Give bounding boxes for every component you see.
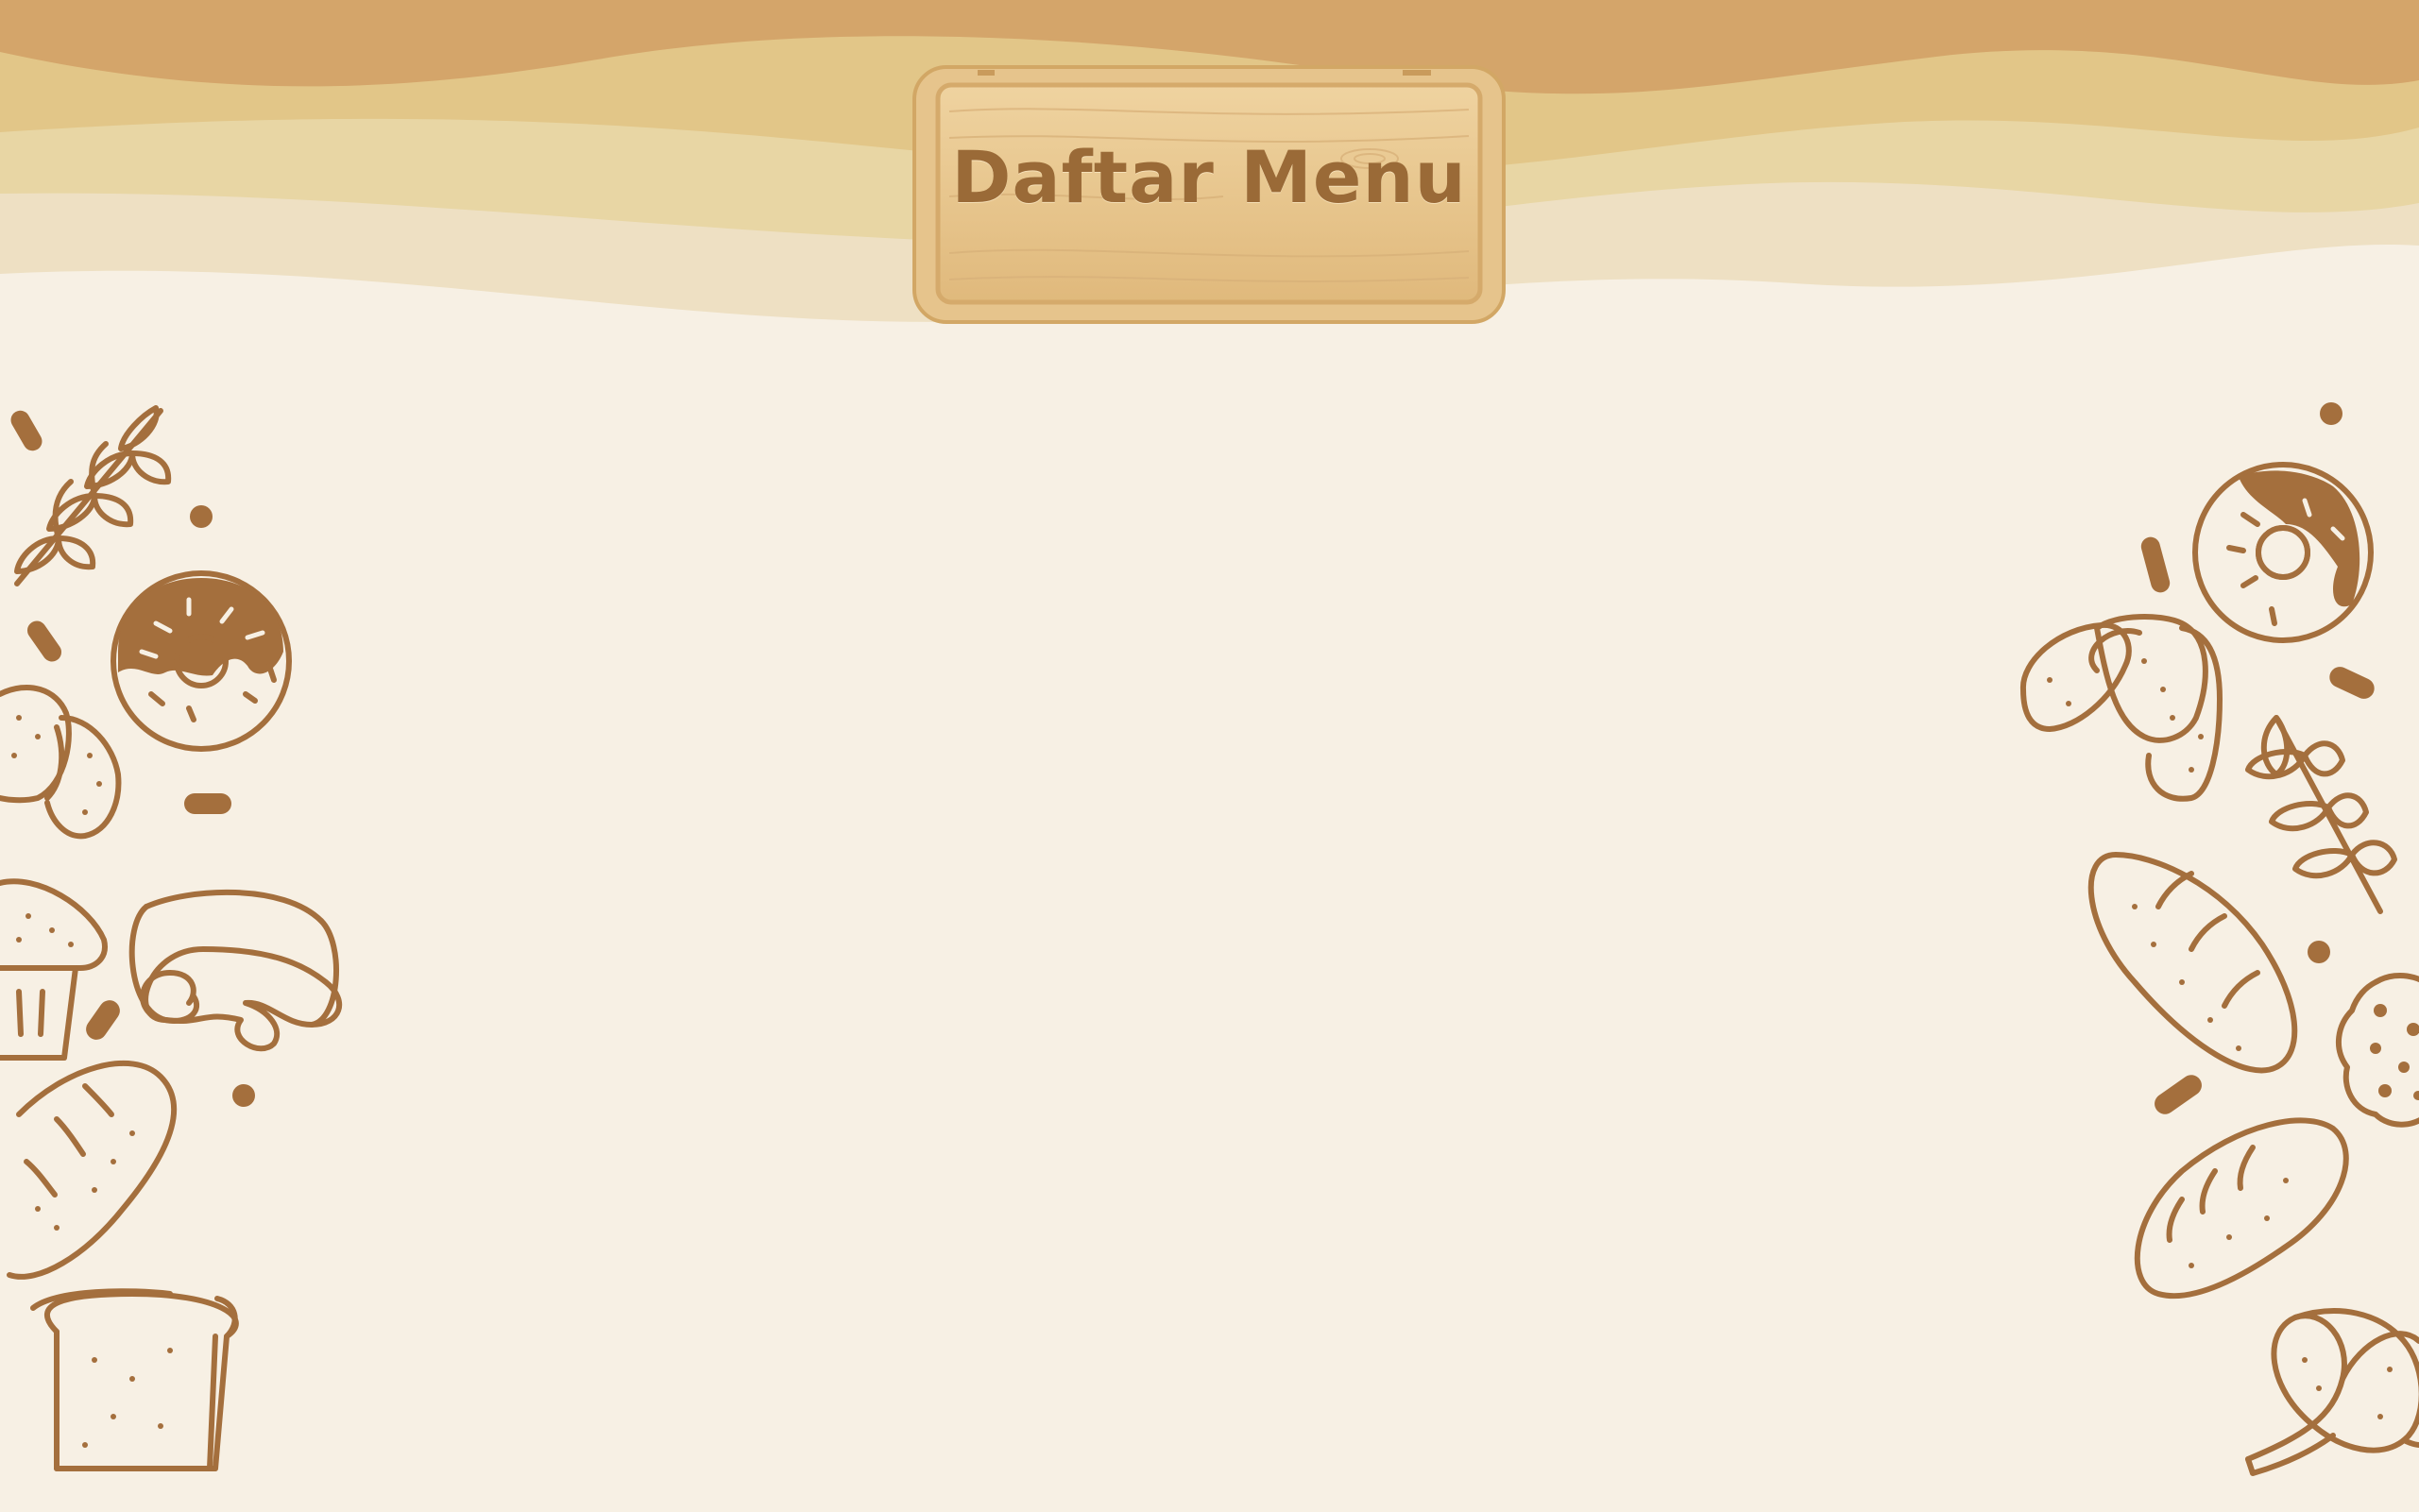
menu-canvas: Daftar Menu [0, 0, 2419, 1512]
croissant-icon [0, 684, 122, 840]
cookie-icon [2335, 972, 2419, 1128]
pretzel-icon [2245, 1308, 2419, 1476]
baguette-icon [7, 1061, 177, 1280]
croissant-icon [2019, 614, 2223, 802]
donut-icon [111, 570, 292, 752]
cinnamon-roll-icon [128, 889, 343, 1052]
bread-slice-icon [30, 1288, 239, 1471]
donut-icon [2192, 462, 2374, 643]
wheat-icon [2245, 715, 2397, 914]
bakery-doodles [0, 402, 2419, 1476]
baguette-icon [2134, 1117, 2349, 1300]
baguette-icon [2087, 852, 2298, 1074]
wheat-icon [14, 405, 172, 586]
